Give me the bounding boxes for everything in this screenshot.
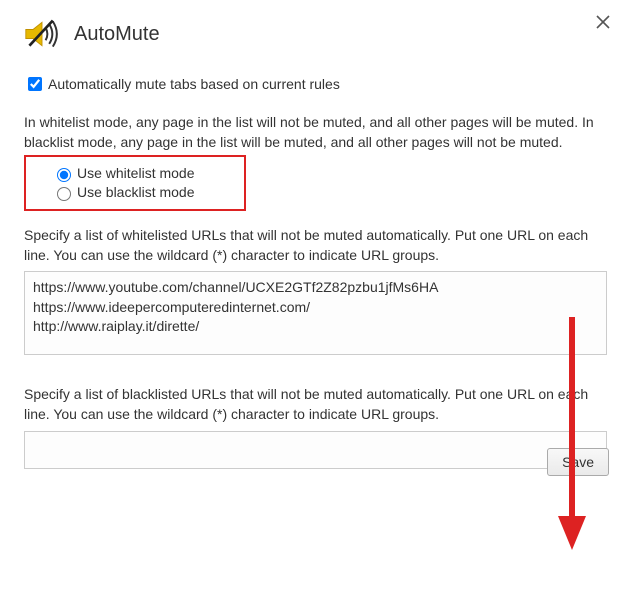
whitelist-mode-label: Use whitelist mode xyxy=(77,165,195,181)
whitelist-description: Specify a list of whitelisted URLs that … xyxy=(24,225,607,266)
mode-selection-group: Use whitelist mode Use blacklist mode xyxy=(24,155,246,211)
dialog-header: AutoMute xyxy=(24,18,607,50)
mode-description: In whitelist mode, any page in the list … xyxy=(24,112,607,153)
blacklist-mode-label: Use blacklist mode xyxy=(77,184,195,200)
whitelist-mode-radio[interactable] xyxy=(57,168,71,182)
app-title: AutoMute xyxy=(74,23,160,46)
close-icon xyxy=(595,14,611,30)
automute-icon xyxy=(24,18,60,50)
save-button[interactable]: Save xyxy=(547,448,609,476)
auto-mute-label: Automatically mute tabs based on current… xyxy=(48,76,340,92)
blacklist-textarea[interactable] xyxy=(24,431,607,469)
blacklist-description: Specify a list of blacklisted URLs that … xyxy=(24,384,607,425)
whitelist-textarea[interactable] xyxy=(24,271,607,355)
close-button[interactable] xyxy=(591,14,615,38)
blacklist-mode-radio[interactable] xyxy=(57,187,71,201)
auto-mute-checkbox[interactable] xyxy=(28,77,42,91)
